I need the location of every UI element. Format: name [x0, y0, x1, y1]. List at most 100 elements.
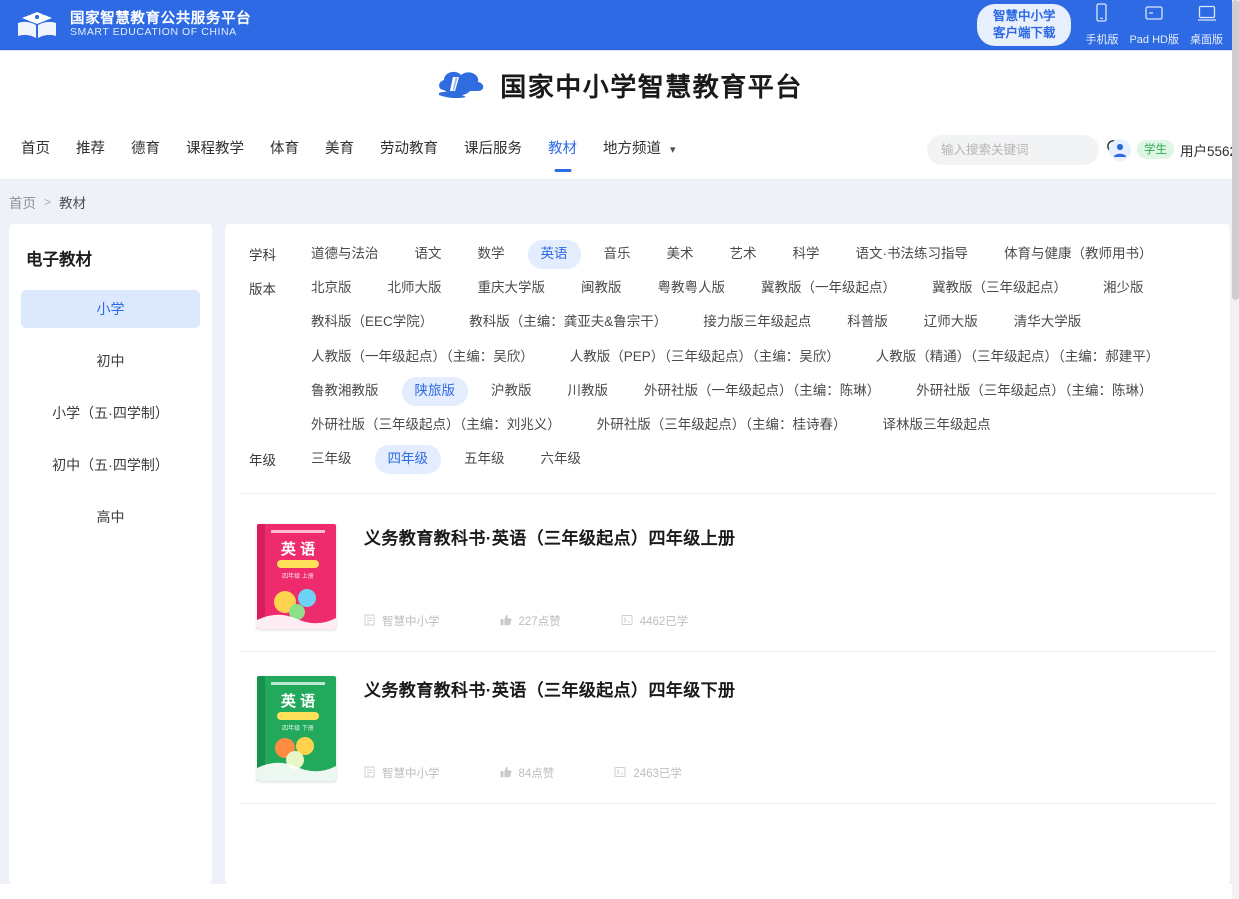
version-option-yuejiao[interactable]: 粤教粤人版 [645, 274, 739, 303]
sidebar-item-senior[interactable]: 高中 [21, 498, 200, 536]
sidebar-item-label: 初中 [96, 353, 125, 369]
device-link-pad[interactable]: Pad HD版 [1129, 3, 1179, 47]
version-option-tsinghua[interactable]: 清华大学版 [1001, 308, 1095, 337]
svg-text:四年级 上册: 四年级 上册 [282, 572, 314, 580]
subject-option-science[interactable]: 科学 [780, 240, 833, 269]
version-option-kepu[interactable]: 科普版 [834, 308, 901, 337]
nav-item-recommend[interactable]: 推荐 [66, 131, 115, 168]
version-option-waiyanshe-g3-liuzhaoyi[interactable]: 外研社版（三年级起点）（主编：刘兆义） [298, 411, 574, 440]
sidebar-item-junior-54[interactable]: 初中（五·四学制） [21, 446, 200, 484]
book-meta: 智慧中小学 227点赞 4462已学 [364, 613, 1206, 629]
book-studied-label: 2463已学 [633, 768, 682, 781]
subject-option-calligraphy[interactable]: 语文·书法练习指导 [843, 240, 982, 269]
thumbs-up-icon [500, 766, 512, 781]
version-option-liaoshida[interactable]: 辽师大版 [911, 308, 991, 337]
version-option-renjiao-g1[interactable]: 人教版（一年级起点）（主编：吴欣） [298, 343, 547, 372]
version-option-waiyanshe-g3-chenlin[interactable]: 外研社版（三年级起点）（主编：陈琳） [903, 377, 1165, 406]
filter-group-version: 版本 北京版 北师大版 重庆大学版 闽教版 粤教粤人版 冀教版（一年级起点） 冀… [239, 274, 1216, 445]
filter-label-version: 版本 [249, 282, 276, 298]
mobile-icon [1094, 3, 1109, 28]
version-option-beijing[interactable]: 北京版 [298, 274, 365, 303]
book-studied: 2463已学 [614, 765, 682, 781]
client-download-button[interactable]: 智慧中小学 客户端下载 [976, 4, 1072, 46]
nav-label: 地方频道 [603, 141, 661, 157]
subject-option-fine-arts[interactable]: 美术 [654, 240, 707, 269]
version-option-jieli-g3[interactable]: 接力版三年级起点 [690, 308, 824, 337]
version-option-bsd[interactable]: 北师大版 [375, 274, 455, 303]
subject-option-arts[interactable]: 艺术 [717, 240, 770, 269]
nav-label: 推荐 [76, 141, 105, 157]
nav-label: 课后服务 [464, 141, 522, 157]
nav-item-local-channel[interactable]: 地方频道 ▾ [593, 131, 686, 168]
list-item[interactable]: 英 语 四年级 上册 义务教育教科书·英语（三年级起点）四年级上册 智慧中小学 … [239, 500, 1216, 653]
nav-item-moral-education[interactable]: 德育 [121, 131, 170, 168]
version-option-jijiao-g1[interactable]: 冀教版（一年级起点） [748, 274, 909, 303]
user-menu[interactable]: 学生 用户5562 [1108, 138, 1237, 161]
version-option-cqu[interactable]: 重庆大学版 [465, 274, 559, 303]
cloud-book-logo-icon [436, 66, 488, 106]
subject-option-math[interactable]: 数学 [465, 240, 518, 269]
version-option-jiaoke-gong[interactable]: 教科版（主编：龚亚夫&鲁宗干） [456, 308, 680, 337]
filter-options-subject: 道德与法治 语文 数学 英语 音乐 美术 艺术 科学 语文·书法练习指导 体育与… [293, 240, 1216, 274]
version-option-chuanjiao[interactable]: 川教版 [555, 377, 622, 406]
platform-brand[interactable]: 国家智慧教育公共服务平台 SMART EDUCATION OF CHINA [14, 7, 251, 43]
sidebar-item-primary[interactable]: 小学 [21, 290, 200, 328]
grade-option-6[interactable]: 六年级 [528, 445, 595, 474]
version-option-waiyanshe-g1-chenlin[interactable]: 外研社版（一年级起点）（主编：陈琳） [631, 377, 893, 406]
nav-item-after-school[interactable]: 课后服务 [454, 131, 532, 168]
sidebar-item-primary-54[interactable]: 小学（五·四学制） [21, 394, 200, 432]
search-box[interactable] [926, 134, 1123, 165]
device-label-desktop: 桌面版 [1190, 34, 1223, 46]
grade-option-5[interactable]: 五年级 [451, 445, 518, 474]
nav-item-aesthetic-education[interactable]: 美育 [315, 131, 364, 168]
svg-text:英 语: 英 语 [281, 692, 315, 710]
version-option-waiyanshe-g3-guishichun[interactable]: 外研社版（三年级起点）（主编：桂诗春） [584, 411, 860, 440]
book-likes-label: 227点赞 [518, 616, 561, 629]
subject-option-music[interactable]: 音乐 [591, 240, 644, 269]
subject-option-english[interactable]: 英语 [527, 240, 581, 270]
filter-options-grade: 三年级 四年级 五年级 六年级 [293, 445, 1216, 479]
device-label-pad: Pad HD版 [1129, 34, 1179, 46]
book-cover-icon: 英 语 四年级 上册 [257, 524, 336, 630]
version-option-hujiao[interactable]: 沪教版 [478, 377, 545, 406]
brand-title-cn: 国家智慧教育公共服务平台 [70, 11, 252, 27]
page-title: 国家中小学智慧教育平台 [500, 72, 803, 102]
document-icon [364, 614, 375, 629]
sidebar-item-label: 小学 [96, 301, 125, 317]
version-option-lujiao-xiangjiao[interactable]: 鲁教湘教版 [298, 377, 392, 406]
device-link-desktop[interactable]: 桌面版 [1190, 3, 1223, 47]
subject-option-pe-health[interactable]: 体育与健康（教师用书） [991, 240, 1166, 269]
version-option-minjiao[interactable]: 闽教版 [568, 274, 635, 303]
content-panel: 学科 道德与法治 语文 数学 英语 音乐 美术 艺术 科学 语文·书法练习指导 … [225, 224, 1230, 884]
subject-option-morality[interactable]: 道德与法治 [298, 240, 392, 269]
device-links: 手机版 Pad HD版 桌面版 [1085, 3, 1223, 47]
filter-group-subject: 学科 道德与法治 语文 数学 英语 音乐 美术 艺术 科学 语文·书法练习指导 … [239, 240, 1216, 274]
breadcrumb-home[interactable]: 首页 [9, 192, 36, 212]
avatar [1108, 138, 1131, 161]
version-option-xiangshao[interactable]: 湘少版 [1090, 274, 1157, 303]
page-scrollbar[interactable] [1232, 0, 1239, 899]
subject-option-chinese[interactable]: 语文 [402, 240, 455, 269]
nav-label: 德育 [131, 141, 160, 157]
grade-option-3[interactable]: 三年级 [298, 445, 365, 474]
client-download-line1: 智慧中小学 [992, 9, 1056, 23]
grade-option-4[interactable]: 四年级 [374, 445, 441, 475]
version-option-jiaoke-eec[interactable]: 教科版（EEC学院） [298, 308, 446, 337]
version-option-yilin-g3[interactable]: 译林版三年级起点 [870, 411, 1004, 440]
nav-item-labor-education[interactable]: 劳动教育 [370, 131, 448, 168]
version-option-renjiao-pep[interactable]: 人教版（PEP）（三年级起点）（主编：吴欣） [557, 343, 853, 372]
version-option-renjiao-jingtong[interactable]: 人教版（精通）（三年级起点）（主编：郝建平） [863, 343, 1173, 372]
list-item[interactable]: 英 语 四年级 下册 义务教育教科书·英语（三年级起点）四年级下册 智慧中小学 … [239, 652, 1216, 805]
device-link-mobile[interactable]: 手机版 [1085, 3, 1118, 47]
search-input[interactable] [940, 142, 1102, 157]
nav-item-textbooks[interactable]: 教材 [538, 131, 587, 168]
filter-label-subject: 学科 [249, 248, 276, 263]
nav-item-home[interactable]: 首页 [11, 131, 60, 168]
book-source: 智慧中小学 [364, 765, 440, 781]
sidebar-item-junior[interactable]: 初中 [21, 342, 200, 380]
page-scrollbar-thumb[interactable] [1232, 0, 1239, 300]
version-option-shanlv[interactable]: 陕旅版 [401, 376, 468, 406]
nav-item-physical-education[interactable]: 体育 [260, 131, 309, 168]
nav-item-curriculum[interactable]: 课程教学 [176, 131, 254, 168]
version-option-jijiao-g3[interactable]: 冀教版（三年级起点） [919, 274, 1080, 303]
